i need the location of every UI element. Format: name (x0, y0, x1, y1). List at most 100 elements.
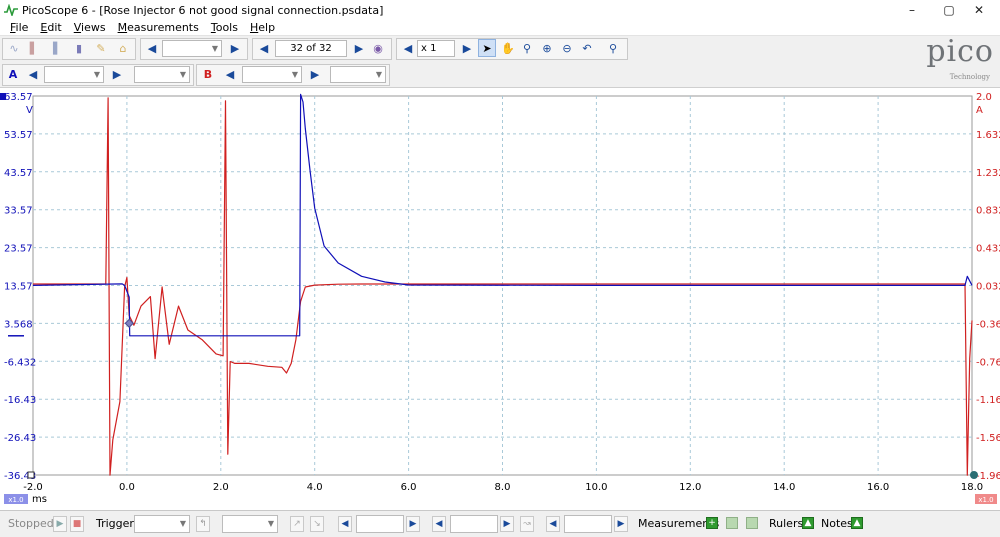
pico-technology-logo: pico Technology (908, 34, 998, 84)
right-axis-tick-label: -1.968 (976, 471, 1000, 482)
channel-options-icon[interactable]: ▮ (70, 39, 88, 57)
left-axis-tick-label: 33.57 (4, 206, 33, 217)
edit-measurement-icon[interactable] (726, 517, 738, 529)
next-buffer-icon[interactable]: ▶ (350, 39, 368, 57)
select-pointer-icon[interactable]: ➤ (478, 39, 496, 57)
x-axis-tick-label: 4.0 (307, 482, 323, 493)
right-axis-tick-label: 0.032 (976, 282, 1000, 293)
time-axis-end-marker[interactable] (970, 471, 978, 479)
channel-a-button[interactable]: A (4, 65, 22, 83)
buffer-label: 32 of 32 (290, 43, 332, 54)
zoom-out-icon[interactable]: ⊖ (558, 39, 576, 57)
trigger-threshold-field[interactable] (356, 515, 404, 533)
next-timebase-icon[interactable]: ▶ (226, 39, 244, 57)
right-axis-tick-label: -0.768 (976, 357, 1000, 368)
left-axis-tick-label: 13.57 (4, 282, 33, 293)
zoom-factor-field[interactable]: x 1 (417, 40, 455, 57)
scope-mode-icon[interactable]: ∿ (5, 39, 23, 57)
timebase-select[interactable]: ▼ (162, 40, 222, 57)
buffer-overview-icon[interactable]: ◉ (369, 39, 387, 57)
left-axis-unit: V (26, 105, 33, 116)
channel-a-next-icon[interactable]: ▶ (108, 65, 126, 83)
falling-edge-icon[interactable]: ↘ (310, 516, 324, 532)
trigger-mode-select[interactable]: ▼ (134, 515, 190, 533)
next-zoom-icon[interactable]: ▶ (458, 39, 476, 57)
right-axis-tick-label: 1.232 (976, 168, 1000, 179)
menu-help[interactable]: Help (250, 21, 275, 34)
menu-file[interactable]: File (10, 21, 28, 34)
channel-b-button[interactable]: B (199, 65, 217, 83)
delay-prev-icon[interactable]: ◀ (546, 516, 560, 532)
delete-measurement-icon[interactable] (746, 517, 758, 529)
menu-views[interactable]: Views (74, 21, 106, 34)
channel-toolbar: A ◀ ▼ ▶ ▼ B ◀ ▼ ▶ ▼ (0, 62, 1000, 88)
right-scale-badge-label: x1.0 (978, 496, 993, 504)
buffer-index-field[interactable]: 32 of 32 (275, 40, 347, 57)
threshold-prev-icon[interactable]: ◀ (338, 516, 352, 532)
window-title: PicoScope 6 - [Rose Injector 6 not good … (22, 3, 384, 17)
right-axis-tick-label: 0.832 (976, 206, 1000, 217)
zoom-overview-icon[interactable]: ⚲ (604, 39, 622, 57)
logo-tagline: Technology (949, 73, 990, 81)
right-axis-tick-label: 1.632 (976, 130, 1000, 141)
status-bar: Stopped ▶ ■ Trigger ▼ ↰ ▼ ↗ ↘ ◀ ▶ ◀ ▶ ↝ … (0, 510, 1000, 537)
time-scale-badge-label: x1.0 (8, 496, 23, 504)
x-axis-tick-label: -2.0 (23, 482, 43, 493)
time-axis-start-marker[interactable] (27, 471, 35, 479)
delay-next-icon[interactable]: ▶ (614, 516, 628, 532)
left-axis-tick-label: -6.432 (4, 357, 36, 368)
scope-view[interactable]: 63.57 53.57 43.57 33.57 23.57 13.57 3.568 -6.43… (0, 89, 1000, 507)
channel-b-coupling-select[interactable]: ▼ (330, 66, 386, 83)
notes-label: Notes (821, 517, 853, 530)
threshold-next-icon[interactable]: ▶ (406, 516, 420, 532)
x-axis-unit: ms (32, 494, 47, 505)
prev-buffer-icon[interactable]: ◀ (255, 39, 273, 57)
menu-edit[interactable]: Edit (40, 21, 61, 34)
channel-a-offset-marker[interactable] (0, 93, 6, 100)
x-axis-tick-label: 18.0 (961, 482, 983, 493)
channel-a-range-select[interactable]: ▼ (44, 66, 104, 83)
channel-b-range-select[interactable]: ▼ (242, 66, 302, 83)
zoom-in-icon[interactable]: ⊕ (538, 39, 556, 57)
add-measurement-icon[interactable]: + (706, 517, 718, 529)
menu-tools[interactable]: Tools (211, 21, 238, 34)
close-icon[interactable]: ✕ (957, 0, 1000, 20)
trigger-label: Trigger (96, 517, 134, 530)
left-axis-tick-label: 43.57 (4, 168, 33, 179)
right-axis-tick-label: -1.168 (976, 395, 1000, 406)
prev-timebase-icon[interactable]: ◀ (143, 39, 161, 57)
left-axis-tick-label: 63.57 (4, 92, 33, 103)
channel-b-prev-icon[interactable]: ◀ (221, 65, 239, 83)
prev-zoom-icon[interactable]: ◀ (399, 39, 417, 57)
menu-measurements[interactable]: Measurements (118, 21, 199, 34)
hand-pan-icon[interactable]: ✋ (499, 39, 517, 57)
persistence-mode-icon[interactable]: ▌ (25, 39, 43, 57)
rulers-label: Rulers (769, 517, 804, 530)
zoom-region-icon[interactable]: ⚲ (518, 39, 536, 57)
stop-icon[interactable]: ■ (70, 516, 84, 532)
trigger-delay-field[interactable] (564, 515, 612, 533)
x-axis-tick-label: 8.0 (495, 482, 511, 493)
scope-chart[interactable]: 63.57 53.57 43.57 33.57 23.57 13.57 3.568 -6.43… (0, 89, 1000, 507)
trigger-delay-icon[interactable]: ↝ (520, 516, 534, 532)
pretrigger-prev-icon[interactable]: ◀ (432, 516, 446, 532)
channel-b-next-icon[interactable]: ▶ (306, 65, 324, 83)
channel-a-coupling-select[interactable]: ▼ (134, 66, 190, 83)
advanced-trigger-icon[interactable]: ↰ (196, 516, 210, 532)
pretrigger-field[interactable] (450, 515, 498, 533)
home-icon[interactable]: ⌂ (114, 39, 132, 57)
right-axis-tick-label: -1.568 (976, 433, 1000, 444)
undo-zoom-icon[interactable]: ↶ (578, 39, 596, 57)
pretrigger-next-icon[interactable]: ▶ (500, 516, 514, 532)
run-icon[interactable]: ▶ (53, 516, 67, 532)
probe-icon[interactable]: ✎ (92, 39, 110, 57)
trigger-source-select[interactable]: ▼ (222, 515, 278, 533)
channel-a-prev-icon[interactable]: ◀ (24, 65, 42, 83)
rising-edge-icon[interactable]: ↗ (290, 516, 304, 532)
notes-toggle-icon[interactable]: ▲ (851, 517, 863, 529)
series-line-channel-a (32, 93, 973, 337)
right-axis-tick-label: 0.432 (976, 244, 1000, 255)
spectrum-mode-icon[interactable]: ▐ (44, 39, 62, 57)
rulers-toggle-icon[interactable]: ▲ (802, 517, 814, 529)
left-axis-tick-label: 3.568 (4, 319, 33, 330)
